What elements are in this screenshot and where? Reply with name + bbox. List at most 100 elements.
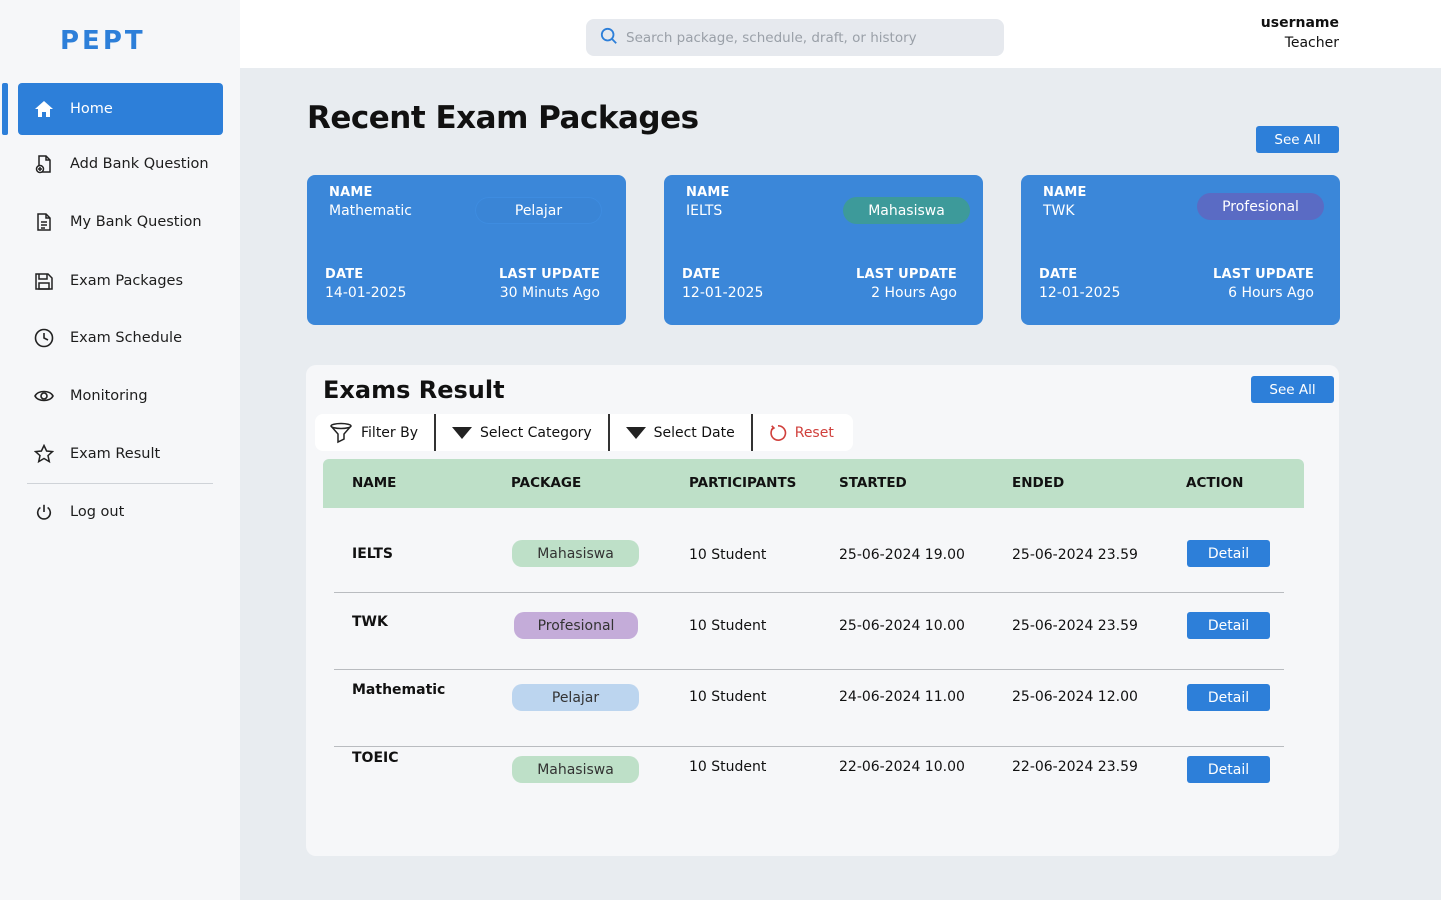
row-divider <box>334 592 1284 593</box>
row-ended: 25-06-2024 23.59 <box>1012 547 1138 563</box>
caret-down-icon <box>625 426 646 439</box>
table-header: NAME PACKAGE PARTICIPANTS STARTED ENDED … <box>323 459 1304 508</box>
sidebar-item-exam-schedule[interactable]: Exam Schedule <box>18 312 223 364</box>
card-update: 6 Hours Ago <box>1228 285 1314 301</box>
row-name: TWK <box>352 614 388 630</box>
home-icon <box>34 99 54 119</box>
sidebar-item-label: Exam Result <box>70 446 161 462</box>
row-participants: 10 Student <box>689 547 767 563</box>
sidebar-item-exam-result[interactable]: Exam Result <box>18 428 223 480</box>
category-badge: Pelajar <box>475 197 602 224</box>
sidebar-item-label: My Bank Question <box>70 214 202 230</box>
sidebar-item-my-bank-question[interactable]: My Bank Question <box>18 196 223 248</box>
card-update: 2 Hours Ago <box>871 285 957 301</box>
reset-label: Reset <box>794 424 834 441</box>
card-update-label: LAST UPDATE <box>856 267 957 282</box>
filter-bar: Filter By Select Category Select Date Re… <box>315 414 853 451</box>
row-started: 25-06-2024 19.00 <box>839 547 965 563</box>
sidebar-item-label: Exam Packages <box>70 273 184 289</box>
select-date-label: Select Date <box>653 424 735 441</box>
package-card[interactable]: NAME IELTS Mahasiswa DATE 12-01-2025 LAS… <box>664 175 983 325</box>
file-add-icon <box>34 154 54 174</box>
see-all-results-button[interactable]: See All <box>1251 376 1334 403</box>
select-date-dropdown[interactable]: Select Date <box>610 414 751 451</box>
reset-icon <box>769 424 787 442</box>
sidebar-item-add-bank-question[interactable]: Add Bank Question <box>18 138 223 190</box>
package-badge: Mahasiswa <box>512 540 639 567</box>
row-started: 22-06-2024 10.00 <box>839 759 965 775</box>
detail-button[interactable]: Detail <box>1187 540 1270 567</box>
package-badge: Mahasiswa <box>512 756 639 783</box>
column-header: NAME <box>352 475 397 491</box>
card-name: IELTS <box>686 203 723 219</box>
row-ended: 25-06-2024 23.59 <box>1012 618 1138 634</box>
document-icon <box>34 212 54 232</box>
user-role: Teacher <box>1284 35 1339 51</box>
sidebar: PEPT Home Add Bank Question My Bank Ques… <box>0 0 240 900</box>
sidebar-item-home[interactable]: Home <box>18 83 223 135</box>
category-badge: Profesional <box>1197 193 1324 220</box>
caret-down-icon <box>452 426 473 439</box>
active-indicator <box>2 83 8 135</box>
eye-icon <box>34 386 54 406</box>
package-card[interactable]: NAME Mathematic Pelajar DATE 14-01-2025 … <box>307 175 626 325</box>
logout-button[interactable]: Log out <box>18 486 223 538</box>
select-category-label: Select Category <box>480 424 592 441</box>
sidebar-item-label: Add Bank Question <box>70 156 209 172</box>
star-icon <box>34 444 54 464</box>
package-badge: Profesional <box>514 612 638 639</box>
user-profile[interactable]: username Teacher <box>1261 15 1339 51</box>
power-icon <box>34 502 54 522</box>
package-badge: Pelajar <box>512 684 639 711</box>
row-name: TOEIC <box>352 750 399 766</box>
column-header: STARTED <box>839 475 907 491</box>
row-name: IELTS <box>352 546 394 562</box>
column-header: ACTION <box>1186 475 1244 491</box>
row-ended: 22-06-2024 23.59 <box>1012 759 1138 775</box>
card-date: 12-01-2025 <box>1039 285 1121 301</box>
page-title: Recent Exam Packages <box>307 100 699 136</box>
sidebar-item-label: Monitoring <box>70 388 148 404</box>
sidebar-divider <box>27 483 213 484</box>
row-divider <box>334 746 1284 747</box>
detail-button[interactable]: Detail <box>1187 612 1270 639</box>
card-date-label: DATE <box>325 267 364 282</box>
row-participants: 10 Student <box>689 759 767 775</box>
row-ended: 25-06-2024 12.00 <box>1012 689 1138 705</box>
card-name-label: NAME <box>686 185 730 200</box>
row-name: Mathematic <box>352 682 446 698</box>
detail-button[interactable]: Detail <box>1187 756 1270 783</box>
search-input[interactable] <box>626 29 986 46</box>
sidebar-item-exam-packages[interactable]: Exam Packages <box>18 255 223 307</box>
detail-button[interactable]: Detail <box>1187 684 1270 711</box>
row-participants: 10 Student <box>689 618 767 634</box>
package-card[interactable]: NAME TWK Profesional DATE 12-01-2025 LAS… <box>1021 175 1340 325</box>
sidebar-item-monitoring[interactable]: Monitoring <box>18 370 223 422</box>
save-icon <box>34 271 54 291</box>
see-all-packages-button[interactable]: See All <box>1256 126 1339 153</box>
select-category-dropdown[interactable]: Select Category <box>436 414 608 451</box>
card-date-label: DATE <box>1039 267 1078 282</box>
card-update: 30 Minuts Ago <box>499 285 600 301</box>
card-date-label: DATE <box>682 267 721 282</box>
search-icon <box>600 27 618 49</box>
category-badge: Mahasiswa <box>843 197 970 224</box>
filter-by-label: Filter By <box>361 424 419 441</box>
exam-results-panel: Exams Result See All Filter By Select Ca… <box>306 365 1339 856</box>
card-update-label: LAST UPDATE <box>1213 267 1314 282</box>
card-update-label: LAST UPDATE <box>499 267 600 282</box>
search-bar[interactable] <box>586 19 1004 56</box>
filter-by-button[interactable]: Filter By <box>315 414 434 451</box>
filter-icon <box>329 422 353 444</box>
card-name: TWK <box>1043 203 1075 219</box>
user-name: username <box>1260 15 1339 31</box>
top-header: username Teacher <box>240 0 1441 68</box>
section-title: Exams Result <box>323 376 505 404</box>
sidebar-item-label: Exam Schedule <box>70 330 182 346</box>
card-date: 14-01-2025 <box>325 285 407 301</box>
row-started: 25-06-2024 10.00 <box>839 618 965 634</box>
clock-icon <box>34 328 54 348</box>
card-name: Mathematic <box>329 203 412 219</box>
logout-label: Log out <box>70 504 125 520</box>
reset-button[interactable]: Reset <box>753 414 850 451</box>
